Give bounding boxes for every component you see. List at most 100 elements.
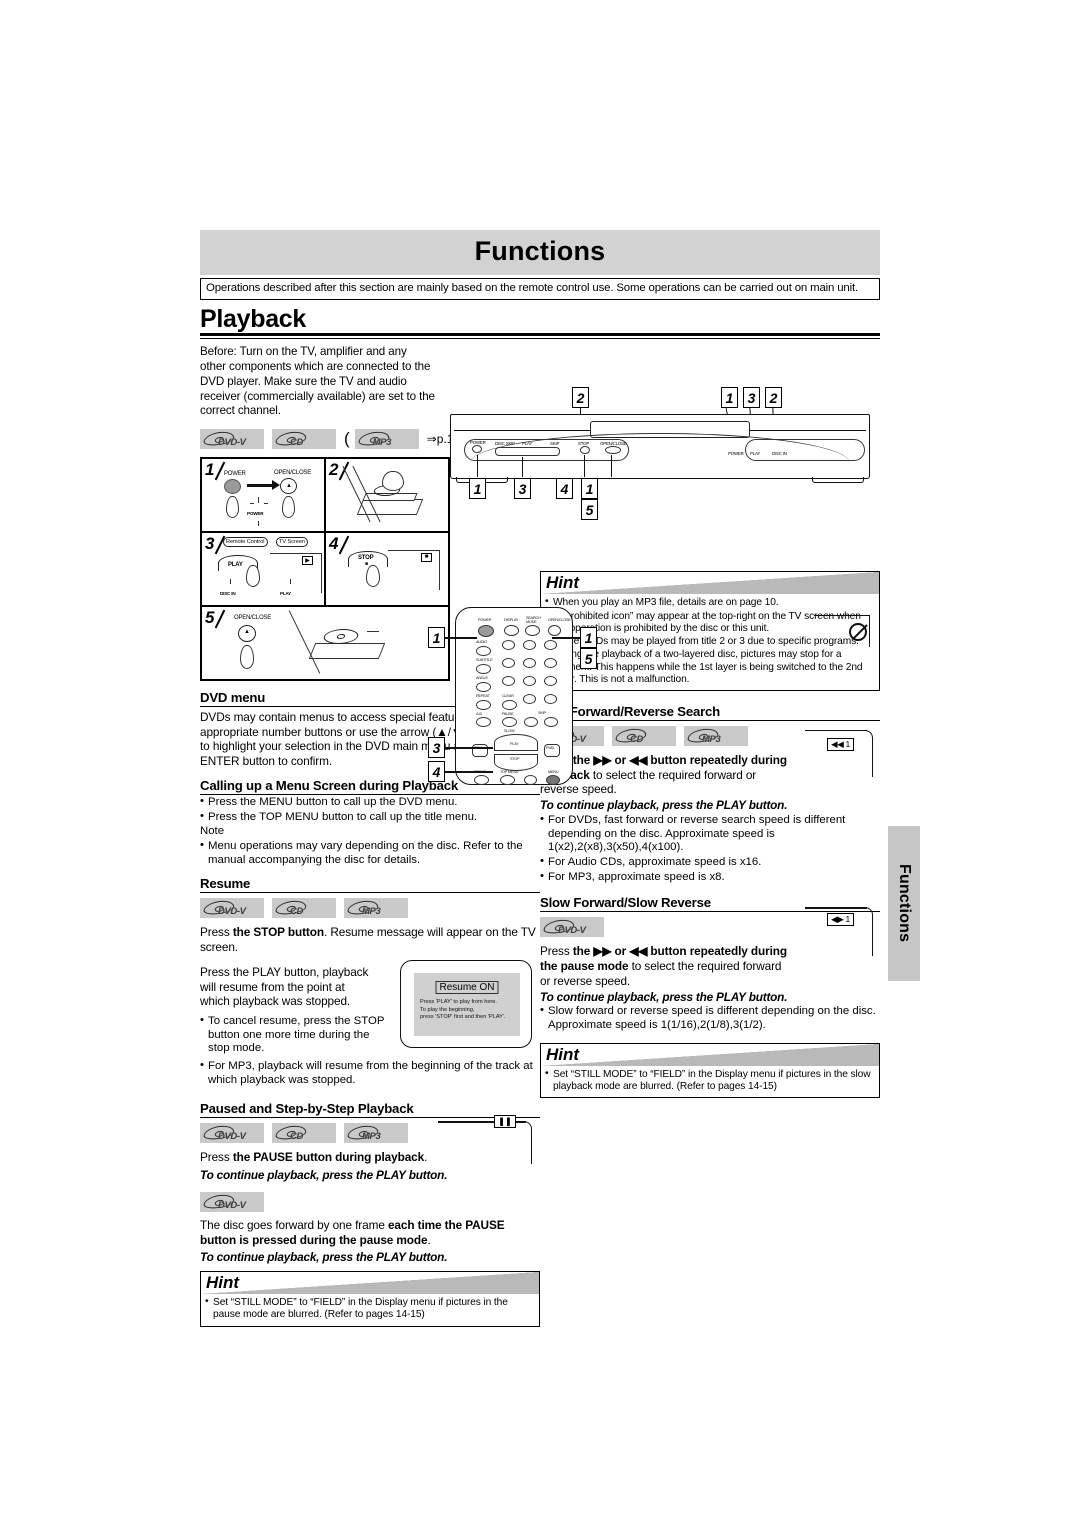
- indicator-disc-in: DISC IN: [772, 451, 787, 457]
- remote-setup-button[interactable]: [474, 775, 489, 786]
- remote-key-8[interactable]: [523, 676, 536, 687]
- remote-open-close-button[interactable]: [548, 625, 561, 637]
- remote-next-button[interactable]: [544, 717, 558, 728]
- label-slow: SLOW: [504, 729, 515, 734]
- hint-title: Hint: [546, 1044, 580, 1064]
- device-foot-right: [812, 477, 864, 484]
- label-play-led: PLAY: [280, 590, 292, 596]
- remote-pause-button[interactable]: [502, 717, 517, 728]
- label-display: DISPLAY: [504, 618, 519, 623]
- remote-clear-button[interactable]: [502, 700, 517, 711]
- tv-screen: Resume ON Press 'PLAY' to play from here…: [414, 973, 520, 1037]
- badge-label: DVD-V: [218, 1131, 246, 1143]
- hand-icon: [226, 495, 239, 518]
- spark-line: [258, 520, 259, 526]
- resume-badge-row: DVD-V CD MP3: [200, 898, 540, 919]
- paren-open: (: [344, 429, 350, 449]
- remote-ab-button[interactable]: [476, 717, 491, 728]
- label-play: PLAY: [228, 561, 243, 568]
- spark-line: [258, 496, 259, 503]
- paused-p1: Press the PAUSE button during playback.: [200, 1150, 450, 1165]
- hint-header: Hint: [201, 1272, 539, 1295]
- callout-lead: [552, 637, 580, 639]
- hint-wedge: [201, 1272, 539, 1295]
- remote-key-3[interactable]: [544, 640, 557, 651]
- badge-label: CD: [630, 734, 643, 745]
- paused-p2-post: .: [427, 1232, 431, 1247]
- remote-power-button[interactable]: [478, 625, 494, 638]
- hand-icon: [240, 644, 254, 669]
- heading-paused: Paused and Step-by-Step Playback: [200, 1101, 540, 1119]
- hint-title: Hint: [546, 573, 580, 593]
- hand-icon: [246, 564, 260, 587]
- intro-note: Operations described after this section …: [200, 278, 880, 301]
- remote-enter-button[interactable]: [524, 775, 537, 786]
- stop-glyph: ■: [365, 560, 368, 567]
- callout-chip-bottom-1: 1: [469, 478, 486, 500]
- label-repeat: REPEAT: [476, 694, 490, 699]
- remote-callout-1-right: 1: [580, 627, 597, 649]
- remote-key-4[interactable]: [502, 658, 515, 669]
- paused-p1-pre: Press: [200, 1150, 233, 1165]
- power-button-icon: [224, 478, 241, 494]
- slow-p1-pre: Press: [540, 944, 573, 959]
- step-cell-1: 1 POWER OPEN/CLOSE ▲ POWER: [201, 457, 325, 532]
- badge-label: MP3: [372, 436, 392, 448]
- remote-key-0[interactable]: [523, 694, 536, 705]
- slow-p1-italic: To continue playback, press the PLAY but…: [540, 989, 788, 1004]
- remote-menu-button[interactable]: [546, 775, 560, 786]
- screen-edge: [388, 549, 440, 551]
- paused-p1-post: .: [424, 1150, 428, 1165]
- label-power-led: POWER: [247, 510, 264, 516]
- remote-repeat-button[interactable]: [476, 700, 491, 711]
- hand-icon: [382, 470, 404, 491]
- remote-key-7[interactable]: [502, 676, 515, 687]
- transport-button-row[interactable]: [495, 447, 560, 457]
- hand-icon: [366, 564, 380, 587]
- badge-cd: CD: [612, 726, 676, 746]
- step-cell-2: 2: [325, 457, 449, 532]
- remote-key-9[interactable]: [544, 676, 557, 687]
- remote-key-10plus[interactable]: [544, 694, 557, 705]
- remote-key-6[interactable]: [544, 658, 557, 669]
- label-angle: ANGLE: [476, 676, 488, 681]
- remote-display-button[interactable]: [504, 625, 519, 637]
- badge-cd: CD: [272, 898, 336, 919]
- disc-tray-icon: [308, 642, 386, 659]
- remote-prev-button[interactable]: [524, 717, 538, 728]
- label-skip: SKIP: [550, 441, 560, 447]
- resume-bullet: For MP3, playback will resume from the b…: [200, 1059, 540, 1087]
- slow-indicator-callout: ◀▶ 1: [805, 905, 885, 965]
- remote-key-2[interactable]: [523, 640, 536, 651]
- remote-search-button[interactable]: [525, 625, 540, 637]
- remote-key-1[interactable]: [502, 640, 515, 651]
- disc-tray-icon: [356, 498, 424, 515]
- resume-tv-mock: Resume ON Press 'PLAY' to play from here…: [400, 960, 532, 1049]
- indicator-play: PLAY: [750, 451, 761, 457]
- remote-subtitle-button[interactable]: [476, 664, 491, 675]
- label-play: PLAY: [522, 441, 533, 447]
- pause-indicator-callout: ❚❚: [438, 1115, 542, 1165]
- resume-bullet: To cancel resume, press the STOP button …: [200, 1014, 385, 1056]
- remote-angle-button[interactable]: [476, 682, 491, 693]
- remote-audio-button[interactable]: [476, 646, 491, 657]
- label-open-close: OPEN/CLOSE: [548, 618, 571, 623]
- remote-top-menu-button[interactable]: [500, 775, 515, 786]
- label-power: POWER: [224, 470, 246, 477]
- label-stop: STOP: [510, 757, 520, 762]
- paused-badge-row-2: DVD-V: [200, 1191, 540, 1212]
- remote-key-5[interactable]: [523, 658, 536, 669]
- hint-wedge: [541, 572, 879, 595]
- remote-control-illustration: POWER DISPLAY SEARCH MODE OPEN/CLOSE AUDI…: [455, 607, 573, 786]
- callout-line: [531, 1130, 533, 1165]
- hand-icon: [282, 495, 295, 518]
- before-text: Before: Turn on the TV, amplifier and an…: [200, 345, 435, 418]
- arrow-line: [367, 630, 379, 632]
- title-rule: [200, 333, 880, 337]
- badge-dvdv: DVD-V: [200, 1191, 264, 1212]
- callout-lead: [445, 771, 493, 773]
- label-fwd: FWD: [546, 746, 555, 751]
- note-bullet: Menu operations may vary depending on th…: [200, 839, 540, 867]
- step-slash: [214, 609, 226, 629]
- label-open-close: OPEN/CLOSE: [274, 469, 312, 476]
